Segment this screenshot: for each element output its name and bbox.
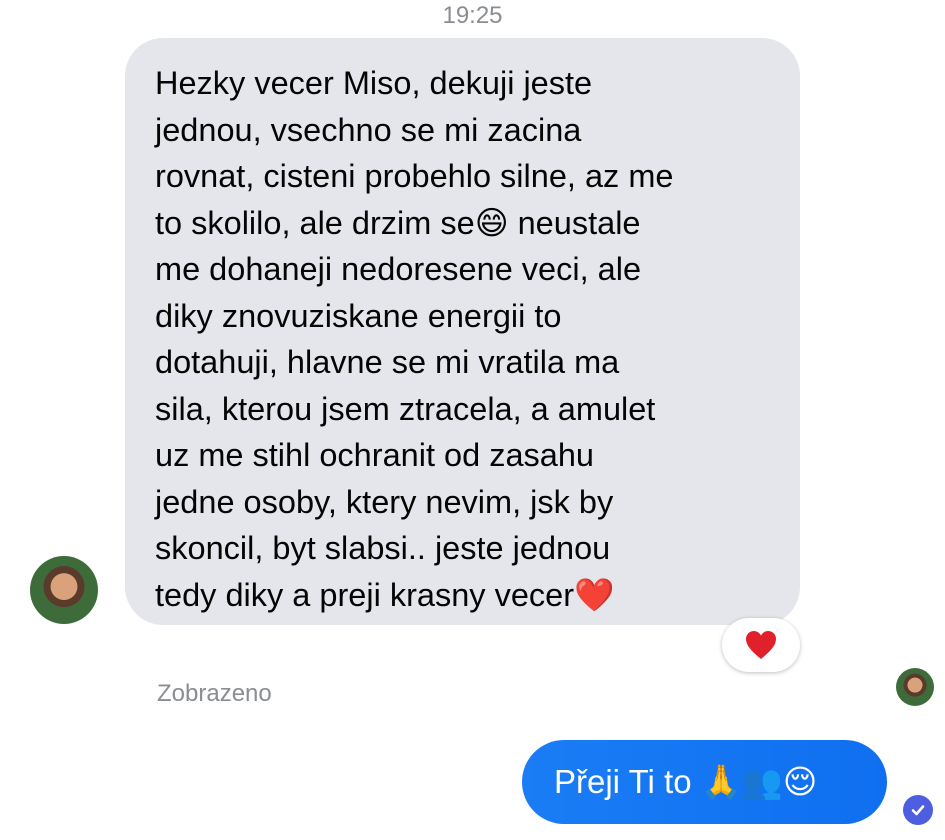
seen-by-avatar — [896, 668, 934, 706]
outgoing-message-bubble[interactable]: Přeji Ti to 🙏👥😌 — [522, 740, 887, 824]
outgoing-message-text: Přeji Ti to 🙏👥😌 — [554, 763, 818, 800]
message-timestamp: 19:25 — [442, 2, 503, 29]
heart-icon — [746, 631, 776, 659]
contact-avatar[interactable] — [30, 556, 98, 624]
seen-status-label: Zobrazeno — [157, 680, 272, 707]
incoming-message-text: Hezky vecer Miso, dekuji jeste jednou, v… — [155, 65, 674, 613]
delivered-check-icon — [903, 795, 933, 825]
incoming-message-bubble[interactable]: Hezky vecer Miso, dekuji jeste jednou, v… — [125, 38, 800, 625]
message-reaction[interactable] — [722, 618, 800, 672]
